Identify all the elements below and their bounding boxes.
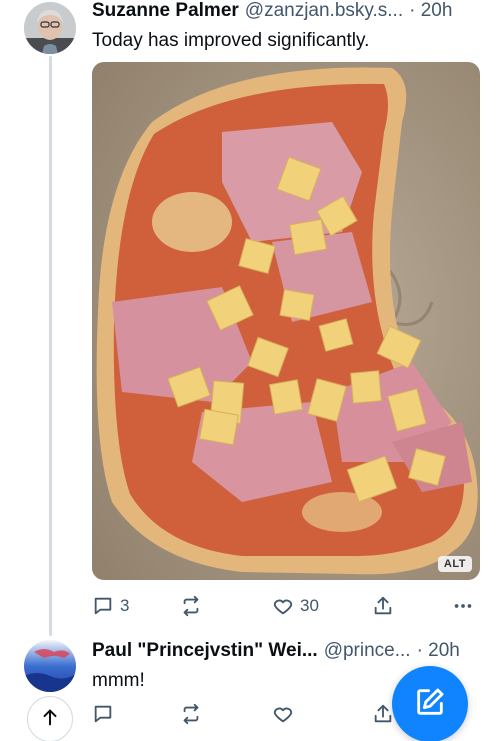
scroll-to-top-button[interactable]	[27, 696, 73, 741]
share-button[interactable]	[372, 700, 394, 728]
alt-text-badge[interactable]: ALT	[437, 556, 472, 572]
pizza-photo	[92, 62, 480, 580]
repost-icon	[180, 703, 202, 725]
more-dots-icon	[452, 595, 474, 617]
post-actions: 3 30	[92, 592, 482, 620]
like-count: 30	[300, 596, 319, 615]
post-timestamp[interactable]: · 20h	[409, 0, 452, 22]
share-icon	[372, 595, 394, 617]
post-image[interactable]: ALT	[92, 62, 480, 580]
avatar-photo	[24, 640, 76, 692]
compose-icon	[413, 685, 447, 724]
speech-bubble-icon	[92, 595, 114, 617]
author-name[interactable]: Suzanne Palmer	[92, 0, 239, 22]
avatar[interactable]	[24, 2, 76, 54]
heart-icon	[272, 595, 294, 617]
reply-count: 3	[120, 596, 130, 615]
share-icon	[372, 703, 394, 725]
repost-button[interactable]	[180, 592, 202, 620]
post-text: Today has improved significantly.	[92, 30, 370, 51]
arrow-up-icon	[39, 706, 61, 733]
post-header: Paul "Princejvstin" Wei... @prince... · …	[92, 640, 460, 662]
post-timestamp[interactable]: · 20h	[417, 640, 460, 662]
repost-icon	[180, 595, 202, 617]
post-text: mmm!	[92, 670, 145, 691]
avatar[interactable]	[24, 640, 76, 692]
thread-connector-line	[49, 56, 52, 636]
speech-bubble-icon	[92, 703, 114, 725]
share-button[interactable]	[372, 592, 394, 620]
author-name[interactable]: Paul "Princejvstin" Wei...	[92, 640, 318, 662]
like-button[interactable]: 30	[272, 592, 319, 620]
reply-button[interactable]	[92, 700, 114, 728]
author-handle[interactable]: @prince...	[324, 640, 411, 662]
heart-icon	[272, 703, 294, 725]
repost-button[interactable]	[180, 700, 202, 728]
more-options-button[interactable]	[452, 592, 474, 620]
post-header: Suzanne Palmer @zanzjan.bsky.s... · 20h	[92, 0, 452, 22]
avatar-photo	[24, 2, 76, 54]
author-handle[interactable]: @zanzjan.bsky.s...	[245, 0, 403, 22]
like-button[interactable]	[272, 700, 294, 728]
reply-button[interactable]: 3	[92, 592, 129, 620]
compose-post-button[interactable]	[392, 666, 468, 741]
